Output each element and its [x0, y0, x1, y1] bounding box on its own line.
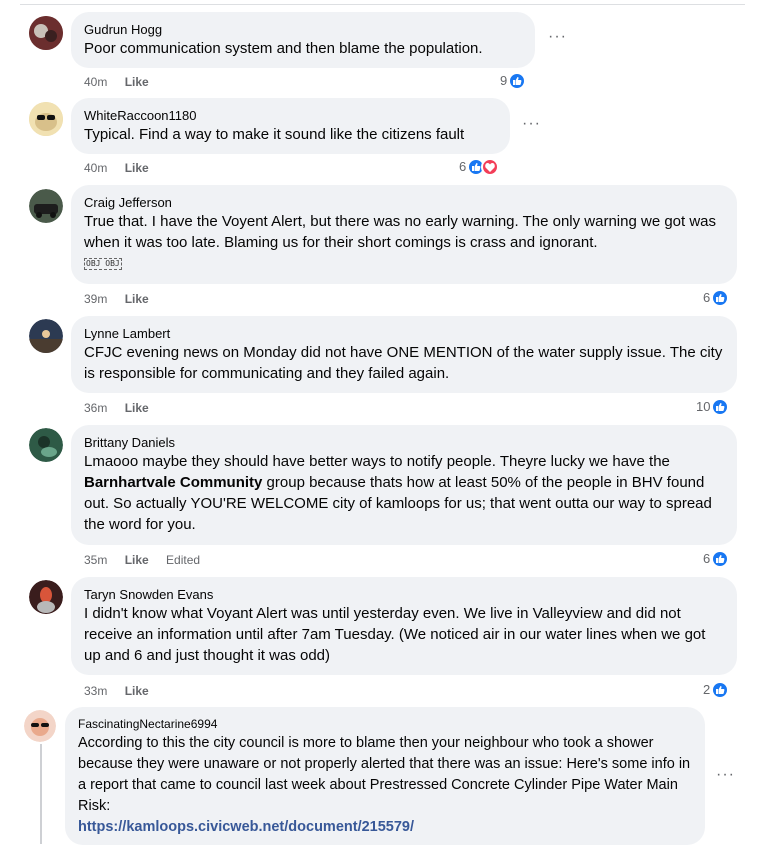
comment-text: True that. I have the Voyent Alert, but … [84, 213, 717, 251]
comment-meta: 33m Like [84, 682, 163, 700]
like-button[interactable]: Like [125, 553, 149, 567]
reaction-summary[interactable]: 2 [703, 681, 730, 699]
comment-meta: 39m Like [84, 290, 163, 308]
comment-author[interactable]: Craig Jefferson [84, 194, 725, 211]
thumbs-up-icon [711, 550, 730, 568]
comment-meta: 40m Like [84, 73, 163, 91]
comment-author[interactable]: WhiteRaccoon1180 [84, 107, 498, 124]
avatar[interactable] [24, 710, 56, 742]
like-button[interactable]: Like [125, 75, 149, 89]
reaction-count: 6 [459, 159, 467, 174]
thumbs-up-icon [508, 72, 527, 90]
avatar[interactable] [29, 319, 63, 353]
comment-time[interactable]: 35m [84, 553, 107, 567]
comment-meta: 35m Like Edited [84, 551, 214, 569]
comment-text: CFJC evening news on Monday did not have… [84, 344, 723, 382]
comment-meta: 40m Like [84, 159, 163, 177]
reaction-summary[interactable]: 6 [703, 550, 730, 568]
comment-text: Poor communication system and then blame… [84, 40, 483, 57]
like-button[interactable]: Like [125, 292, 149, 306]
reaction-summary[interactable]: 6 [459, 158, 500, 176]
comment-bubble: Craig Jefferson True that. I have the Vo… [71, 185, 737, 284]
reaction-summary[interactable]: 9 [500, 72, 527, 90]
comment-time[interactable]: 36m [84, 401, 107, 415]
comment-text-part: Lmaooo maybe they should have better way… [84, 453, 670, 470]
edited-label[interactable]: Edited [166, 553, 200, 567]
reaction-summary[interactable]: 10 [696, 398, 730, 416]
avatar[interactable] [29, 102, 63, 136]
comment-text: Lmaooo maybe they should have better way… [84, 451, 725, 535]
document-link[interactable]: https://kamloops.civicweb.net/document/2… [78, 817, 693, 838]
comment-author[interactable]: Taryn Snowden Evans [84, 586, 725, 603]
more-dots-icon[interactable]: ··· [716, 766, 735, 784]
comment-bubble: Gudrun Hogg Poor communication system an… [71, 12, 535, 68]
comment-time[interactable]: 40m [84, 75, 107, 89]
comment-bubble: Lynne Lambert CFJC evening news on Monda… [71, 316, 737, 393]
like-button[interactable]: Like [125, 161, 149, 175]
comment-bubble: WhiteRaccoon1180 Typical. Find a way to … [71, 98, 510, 154]
comment-author[interactable]: FascinatingNectarine6994 [78, 716, 693, 733]
comment-author[interactable]: Brittany Daniels [84, 434, 725, 451]
reaction-count: 9 [500, 73, 508, 88]
comment-time[interactable]: 33m [84, 684, 107, 698]
avatar[interactable] [29, 189, 63, 223]
thumbs-up-icon [711, 289, 730, 307]
comment-text: According to this the city council is mo… [78, 735, 691, 814]
comment-time[interactable]: 39m [84, 292, 107, 306]
comment-bubble: FascinatingNectarine6994 According to th… [65, 707, 705, 845]
avatar[interactable] [29, 428, 63, 462]
avatar[interactable] [29, 16, 63, 50]
reaction-count: 10 [696, 399, 711, 414]
comment-bubble: Taryn Snowden Evans I didn't know what V… [71, 577, 737, 675]
reaction-count: 6 [703, 290, 711, 305]
group-mention[interactable]: Barnhartvale Community [84, 474, 262, 491]
like-button[interactable]: Like [125, 684, 149, 698]
heart-icon [481, 158, 500, 176]
avatar[interactable] [29, 580, 63, 614]
comment-text: Typical. Find a way to make it sound lik… [84, 126, 465, 143]
reaction-count: 2 [703, 682, 711, 697]
thread-line [40, 744, 42, 844]
reaction-summary[interactable]: 6 [703, 289, 730, 307]
top-divider [20, 4, 745, 5]
like-button[interactable]: Like [125, 401, 149, 415]
object-placeholder-tags: OBJ OBJ [84, 258, 122, 270]
thumbs-up-icon [711, 398, 730, 416]
comment-text: I didn't know what Voyant Alert was unti… [84, 605, 706, 664]
comment-author[interactable]: Gudrun Hogg [84, 21, 523, 38]
thumbs-up-icon [711, 681, 730, 699]
comment-meta: 36m Like [84, 399, 163, 417]
comment-time[interactable]: 40m [84, 161, 107, 175]
more-dots-icon[interactable]: ··· [522, 115, 541, 133]
more-dots-icon[interactable]: ··· [548, 28, 567, 46]
reaction-count: 6 [703, 551, 711, 566]
comment-author[interactable]: Lynne Lambert [84, 325, 725, 342]
comment-bubble: Brittany Daniels Lmaooo maybe they shoul… [71, 425, 737, 545]
